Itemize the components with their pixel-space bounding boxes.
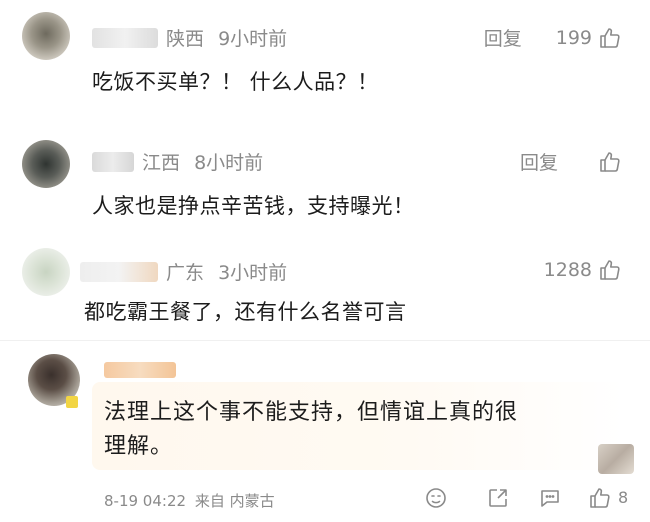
- comment-time: 3小时前: [218, 262, 288, 284]
- divider: [0, 340, 650, 341]
- like-count: 8: [618, 488, 629, 507]
- comment-source: 来自 内蒙古: [194, 492, 275, 510]
- comment-meta: 陕西 9小时前: [166, 24, 287, 51]
- comment-time: 8小时前: [194, 152, 264, 174]
- avatar[interactable]: [22, 140, 70, 188]
- comment-icon[interactable]: [538, 486, 562, 510]
- comment-location: 陕西: [166, 28, 205, 50]
- like-count: 199: [555, 26, 592, 49]
- comment-time: 9小时前: [218, 28, 288, 50]
- comment-text: 吃饭不买单？！ 什么人品？！: [92, 70, 379, 94]
- comment-actions: 1288: [544, 258, 622, 282]
- comment-meta: 8-19 04:22 来自 内蒙古: [104, 490, 275, 511]
- featured-comment-text-line1: 法理上这个事不能支持，但情谊上真的很: [104, 400, 519, 425]
- thumbs-up-icon[interactable]: [598, 150, 622, 174]
- comment-text: 人家也是挣点辛苦钱，支持曝光！: [92, 194, 415, 218]
- comment-date: 8-19 04:22: [104, 492, 187, 510]
- featured-comment-text-line2: 理解。: [104, 434, 174, 459]
- comment-meta: 江西 8小时前: [142, 148, 263, 175]
- thumbs-up-icon[interactable]: [598, 26, 622, 50]
- comment-text: 都吃霸王餐了，还有什么名誉可言: [84, 300, 407, 324]
- sticker-image: [598, 444, 634, 474]
- share-icon[interactable]: [486, 486, 510, 510]
- username-blurred[interactable]: [92, 28, 158, 48]
- like-count: 1288: [543, 259, 592, 281]
- comment-location: 广东: [166, 262, 205, 284]
- thumbs-up-icon[interactable]: [588, 486, 612, 510]
- comment-actions: 回复: [520, 148, 622, 175]
- featured-comment-footer: 8-19 04:22 来自 内蒙古 8: [0, 480, 650, 510]
- username-blurred[interactable]: [104, 362, 176, 378]
- avatar[interactable]: [22, 12, 70, 60]
- username-blurred[interactable]: [92, 152, 134, 172]
- reply-button[interactable]: 回复: [520, 148, 558, 175]
- reply-button[interactable]: 回复: [484, 24, 522, 51]
- comment-location: 江西: [142, 152, 181, 174]
- username-blurred[interactable]: [80, 262, 158, 282]
- comment-actions: 回复 199: [484, 24, 622, 51]
- avatar[interactable]: [22, 248, 70, 296]
- badge-icon: [66, 396, 78, 408]
- thumbs-up-icon[interactable]: [598, 258, 622, 282]
- emoji-icon[interactable]: [424, 486, 448, 510]
- comment-meta: 广东 3小时前: [166, 258, 287, 285]
